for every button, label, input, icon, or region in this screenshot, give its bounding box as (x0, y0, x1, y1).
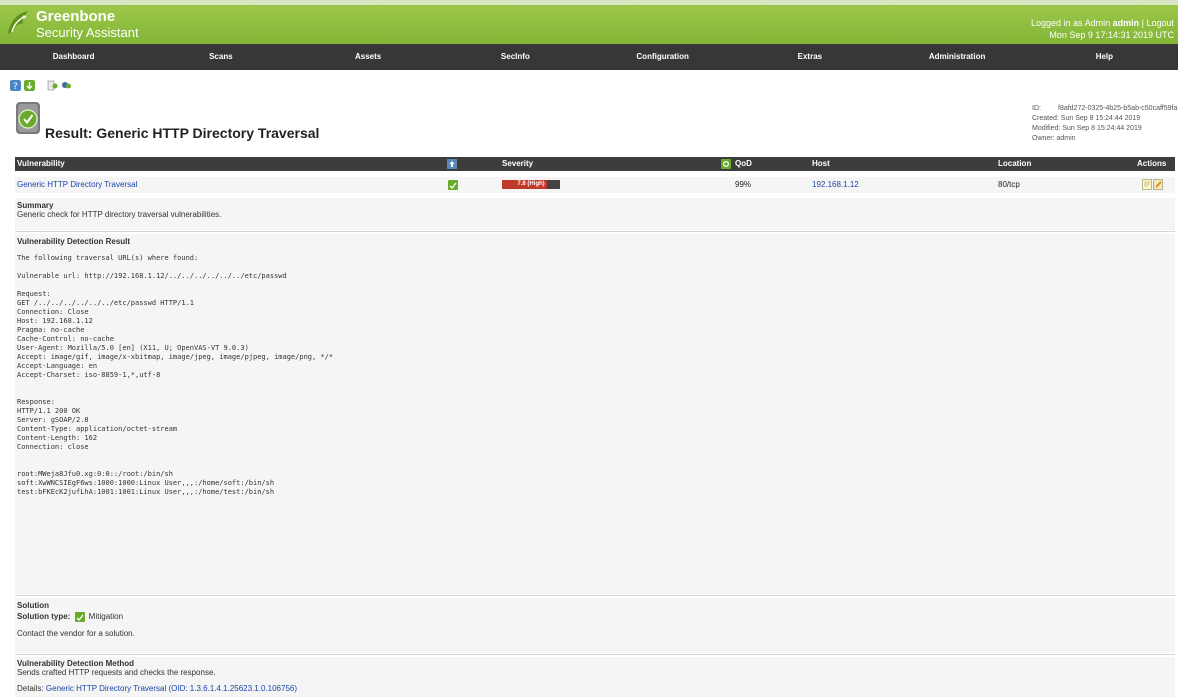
location-value: 80/tcp (998, 180, 1020, 189)
logged-in-label: Logged in as Admin (1031, 18, 1111, 28)
solution-type-icon[interactable] (447, 159, 457, 169)
detection-method-heading: Vulnerability Detection Method (17, 659, 135, 668)
detection-result-output: The following traversal URL(s) where fou… (17, 254, 334, 496)
col-actions: Actions (1137, 159, 1167, 168)
severity-bar: 7.8 (High) (502, 180, 560, 189)
solution-type-value: Mitigation (88, 612, 124, 622)
detection-result-section: Vulnerability Detection Result The follo… (15, 234, 1175, 594)
add-note-icon[interactable] (1142, 179, 1152, 190)
modified-date: Modified: Sun Sep 8 15:24:44 2019 (1032, 125, 1142, 132)
nav-extras[interactable]: Extras (736, 44, 883, 70)
nav-administration[interactable]: Administration (884, 44, 1031, 70)
filter-icon[interactable] (61, 80, 72, 91)
results-table-header: Vulnerability Severity QoD Host Location… (15, 157, 1175, 171)
qod-filter-icon[interactable] (721, 159, 731, 169)
help-icon[interactable]: ? (10, 80, 21, 91)
summary-section: Summary Generic check for HTTP directory… (15, 198, 1175, 230)
brand-name: Greenbone (36, 8, 116, 25)
solution-heading: Solution (17, 601, 49, 610)
greenbone-logo-icon[interactable] (4, 8, 32, 38)
app-header: Greenbone Security Assistant Logged in a… (0, 5, 1178, 44)
login-info: Logged in as Admin admin | Logout (1031, 18, 1174, 28)
col-host[interactable]: Host (812, 157, 830, 171)
details-icon[interactable] (47, 80, 58, 91)
server-datetime: Mon Sep 9 17:14:31 2019 UTC (1049, 30, 1174, 40)
svg-text:?: ? (13, 82, 18, 91)
result-metadata: ID: f8afd272-0325-4b25-b5ab-c50caff59fa7 … (1032, 104, 1178, 144)
detection-result-heading: Vulnerability Detection Result (17, 237, 131, 246)
nav-configuration[interactable]: Configuration (589, 44, 736, 70)
col-qod[interactable]: QoD (735, 157, 752, 171)
table-row: Generic HTTP Directory Traversal 7.8 (Hi… (15, 177, 1175, 193)
main-nav: Dashboard Scans Assets SecInfo Configura… (0, 44, 1178, 70)
severity-label: 7.8 (High) (517, 181, 545, 187)
vulnerability-link[interactable]: Generic HTTP Directory Traversal (17, 177, 137, 193)
logout-link[interactable]: Logout (1146, 18, 1174, 28)
export-icon[interactable] (24, 80, 35, 91)
mitigation-icon (448, 180, 458, 190)
solution-type-label: Solution type: (17, 612, 71, 622)
nvt-details-link[interactable]: Generic HTTP Directory Traversal (OID: 1… (46, 684, 297, 693)
add-override-icon[interactable] (1153, 179, 1163, 190)
detection-method-text: Sends crafted HTTP requests and checks t… (17, 668, 216, 677)
mitigation-icon (74, 612, 85, 622)
detection-method-section: Vulnerability Detection Method Sends cra… (15, 657, 1175, 697)
col-location[interactable]: Location (998, 157, 1031, 171)
solution-section: Solution Solution type: Mitigation Conta… (15, 598, 1175, 653)
owner: Owner: admin (1032, 135, 1076, 142)
nav-secinfo[interactable]: SecInfo (442, 44, 589, 70)
result-id: f8afd272-0325-4b25-b5ab-c50caff59fa7 (1058, 105, 1178, 112)
id-label: ID: (1032, 105, 1041, 112)
nav-dashboard[interactable]: Dashboard (0, 44, 147, 70)
qod-value: 99% (735, 180, 752, 189)
user-link[interactable]: admin (1113, 18, 1140, 28)
nav-scans[interactable]: Scans (147, 44, 294, 70)
brand-subtitle: Security Assistant (36, 25, 139, 40)
summary-text: Generic check for HTTP directory travers… (17, 210, 222, 219)
col-severity[interactable]: Severity (502, 157, 533, 171)
divider (15, 231, 1175, 232)
divider (15, 595, 1175, 596)
page-title: Result: Generic HTTP Directory Traversal (45, 125, 320, 141)
nav-assets[interactable]: Assets (295, 44, 442, 70)
host-link[interactable]: 192.168.1.12 (812, 177, 859, 193)
col-vulnerability[interactable]: Vulnerability (17, 157, 65, 171)
divider (15, 654, 1175, 655)
summary-heading: Summary (17, 201, 54, 210)
result-shield-icon (16, 102, 40, 134)
toolbar: ? (10, 80, 72, 91)
details-label: Details: (17, 684, 44, 693)
solution-text: Contact the vendor for a solution. (17, 629, 135, 638)
created-date: Created: Sun Sep 8 15:24:44 2019 (1032, 115, 1141, 122)
nav-help[interactable]: Help (1031, 44, 1178, 70)
